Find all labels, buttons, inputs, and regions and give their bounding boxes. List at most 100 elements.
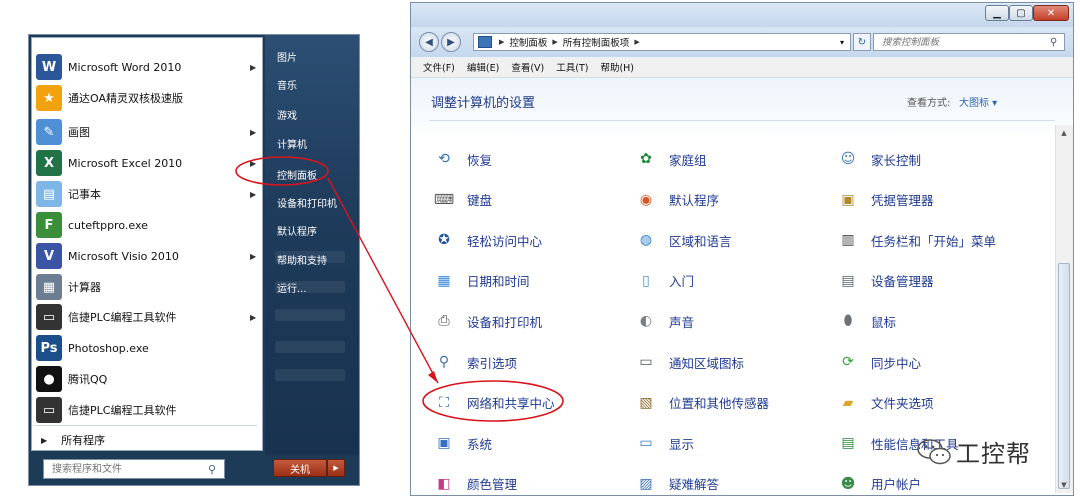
menu-item[interactable]: 帮助(H) (600, 60, 634, 74)
breadcrumb-separator-icon: ▶ (499, 38, 505, 46)
search-icon[interactable]: ⚲ (1050, 37, 1057, 48)
start-menu-program-item[interactable]: ● 腾讯QQ (36, 364, 260, 394)
scrollbar-thumb[interactable] (1058, 263, 1070, 489)
control-panel-item[interactable]: ✪ 轻松访问中心 (431, 225, 542, 255)
start-menu-link-default-programs[interactable]: 默认程序 (277, 223, 317, 238)
control-panel-item[interactable]: ⟳ 同步中心 (835, 347, 921, 377)
start-menu-program-item[interactable]: ★ 通达OA精灵双核极速版 (36, 83, 260, 113)
close-button[interactable]: ✕ (1033, 5, 1069, 21)
start-search-input[interactable] (50, 462, 204, 476)
control-panel-item[interactable]: ⎙ 设备和打印机 (431, 306, 542, 336)
submenu-arrow-icon[interactable]: ▶ (250, 313, 260, 322)
control-panel-item[interactable]: ▥ 任务栏和「开始」菜单 (835, 225, 996, 255)
title-bar: ▁ ▢ ✕ (411, 3, 1073, 27)
vertical-scrollbar[interactable]: ▲ ▼ (1055, 125, 1073, 493)
notification-area-icon: ▭ (639, 354, 653, 370)
start-menu-program-item[interactable]: X Microsoft Excel 2010 ▶ (36, 148, 260, 178)
address-bar[interactable]: ▶ 控制面板 ▶ 所有控制面板项 ▶ ▾ (473, 33, 851, 51)
menu-item[interactable]: 查看(V) (511, 60, 544, 74)
control-panel-item[interactable]: ⚲ 索引选项 (431, 347, 517, 377)
address-dropdown-icon[interactable]: ▾ (840, 38, 844, 47)
control-panel-item-label: 网络和共享中心 (467, 396, 555, 412)
search-icon[interactable]: ⚲ (208, 463, 216, 476)
control-panel-item[interactable]: ◍ 区域和语言 (633, 225, 732, 255)
start-menu-link-devices-printers[interactable]: 设备和打印机 (277, 195, 337, 210)
submenu-arrow-icon[interactable]: ▶ (250, 128, 260, 137)
control-panel-item-label: 任务栏和「开始」菜单 (871, 233, 997, 249)
plc-icon: ▭ (36, 397, 62, 423)
start-menu-program-item[interactable]: V Microsoft Visio 2010 ▶ (36, 241, 260, 271)
start-menu-program-item[interactable]: ✎ 画图 ▶ (36, 117, 260, 147)
control-panel-item[interactable]: ▧ 位置和其他传感器 (633, 388, 769, 418)
control-panel-item-label: 日期和时间 (467, 274, 530, 290)
control-panel-item[interactable]: ▭ 通知区域图标 (633, 347, 744, 377)
back-button[interactable]: ◀ (419, 32, 439, 52)
control-panel-item[interactable]: ✿ 家庭组 (633, 144, 706, 174)
control-panel-item[interactable]: ⟲ 恢复 (431, 144, 492, 174)
control-panel-item[interactable]: ⌨ 键盘 (431, 185, 492, 215)
start-menu-program-item[interactable]: Ps Photoshop.exe (36, 333, 260, 363)
breadcrumb-all-items[interactable]: 所有控制面板项 (563, 35, 630, 49)
control-panel-content: 调整计算机的设置 查看方式: 大图标 ▾ ⟲ 恢复 ✿ 家庭组 ☺ 家长控制 ⌨ 键盘 ◉ 默认程… (411, 78, 1073, 495)
control-panel-item[interactable]: ▰ 文件夹选项 (835, 388, 934, 418)
control-panel-item[interactable]: ⛶ 网络和共享中心 (431, 388, 555, 418)
scroll-down-icon[interactable]: ▼ (1058, 479, 1070, 491)
start-search-box[interactable]: ⚲ (43, 459, 225, 479)
folder-options-icon: ▰ (842, 394, 854, 411)
control-panel-item-label: 设备管理器 (871, 274, 934, 290)
control-panel-item[interactable]: ☻ 用户帐户 (835, 469, 921, 499)
scroll-up-icon[interactable]: ▲ (1058, 127, 1070, 139)
start-menu-program-item[interactable]: W Microsoft Word 2010 ▶ (36, 52, 260, 82)
start-menu-link-games[interactable]: 游戏 (277, 107, 297, 122)
start-menu-program-item[interactable]: Fcuteftppro.exe (36, 210, 260, 240)
shutdown-options-button[interactable]: ▶ (327, 459, 345, 477)
menu-item[interactable]: 编辑(E) (467, 60, 499, 74)
start-menu-link-pictures[interactable]: 图片 (277, 49, 297, 64)
control-panel-item[interactable]: ◐ 声音 (633, 306, 694, 336)
control-panel-item[interactable]: ◧ 颜色管理 (431, 469, 517, 499)
control-panel-item[interactable]: ▯ 入门 (633, 266, 694, 296)
watermark: 工控帮 (916, 434, 1031, 469)
control-panel-item[interactable]: ▣ 凭据管理器 (835, 185, 933, 215)
program-label: 记事本 (68, 188, 101, 201)
start-menu-link-control-panel[interactable]: 控制面板 (277, 167, 317, 182)
start-menu-program-item[interactable]: ▭ 信捷PLC编程工具软件 ▶ (36, 302, 260, 332)
start-menu-program-item[interactable]: ▦ 计算器 (36, 272, 260, 302)
submenu-arrow-icon[interactable]: ▶ (250, 190, 260, 199)
indexing-options-icon: ⚲ (438, 354, 450, 370)
control-panel-item[interactable]: ▨ 疑难解答 (633, 469, 719, 499)
submenu-arrow-icon[interactable]: ▶ (250, 63, 260, 72)
control-panel-item[interactable]: ⬮ 鼠标 (835, 306, 896, 336)
all-programs-button[interactable]: ▶ 所有程序 (33, 425, 257, 450)
refresh-button[interactable]: ↻ (853, 33, 871, 51)
control-panel-item[interactable]: ▭ 显示 (633, 428, 694, 458)
control-panel-item[interactable]: ▦ 日期和时间 (431, 266, 530, 296)
minimize-button[interactable]: ▁ (985, 5, 1009, 21)
control-panel-search-input[interactable] (880, 35, 1050, 49)
start-menu-empty-slot (275, 281, 345, 293)
start-menu-program-item[interactable]: ▭ 信捷PLC编程工具软件 (36, 395, 260, 425)
triangle-right-icon: ▶ (41, 435, 48, 445)
program-label: 信捷PLC编程工具软件 (68, 404, 177, 417)
control-panel-item[interactable]: ▣ 系统 (431, 428, 492, 458)
color-management-icon: ◧ (437, 475, 451, 492)
parental-controls-icon: ☺ (840, 151, 856, 167)
view-by-dropdown[interactable]: 大图标 ▾ (959, 94, 997, 109)
control-panel-search-box[interactable]: ⚲ (873, 33, 1065, 51)
submenu-arrow-icon[interactable]: ▶ (250, 159, 260, 168)
control-panel-item[interactable]: ▤ 设备管理器 (835, 266, 934, 296)
start-menu-program-item[interactable]: ▤ 记事本 ▶ (36, 179, 260, 209)
breadcrumb-control-panel[interactable]: 控制面板 (509, 35, 547, 49)
menu-item[interactable]: 文件(F) (423, 60, 455, 74)
maximize-button[interactable]: ▢ (1009, 5, 1033, 21)
control-panel-item[interactable]: ☺ 家长控制 (835, 144, 921, 174)
forward-button[interactable]: ▶ (441, 32, 461, 52)
mouse-icon: ⬮ (843, 313, 853, 330)
menu-item[interactable]: 工具(T) (556, 60, 588, 74)
start-menu-link-music[interactable]: 音乐 (277, 77, 297, 92)
control-panel-item[interactable]: ◉ 默认程序 (633, 185, 719, 215)
submenu-arrow-icon[interactable]: ▶ (250, 252, 260, 261)
start-menu-link-computer[interactable]: 计算机 (277, 136, 307, 151)
shutdown-button[interactable]: 关机 (273, 459, 327, 477)
date-time-icon: ▦ (437, 272, 451, 289)
